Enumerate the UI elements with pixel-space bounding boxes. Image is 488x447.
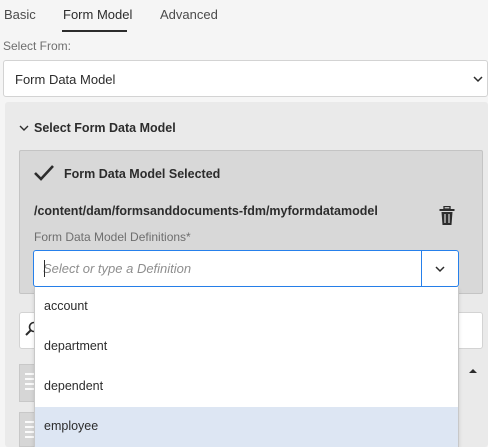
definition-dropdown-button[interactable] bbox=[421, 251, 458, 286]
text-caret bbox=[44, 260, 45, 277]
select-from-label: Select From: bbox=[3, 39, 72, 53]
checkmark-icon bbox=[34, 165, 54, 181]
definition-options-list: account department dependent employee bbox=[34, 287, 459, 447]
option-employee[interactable]: employee bbox=[35, 407, 458, 447]
trash-icon[interactable] bbox=[438, 206, 456, 226]
option-label: department bbox=[44, 339, 108, 353]
chevron-down-icon bbox=[435, 266, 445, 273]
select-from-dropdown[interactable]: Form Data Model bbox=[3, 60, 488, 97]
definition-input[interactable] bbox=[34, 251, 422, 286]
active-tab-indicator bbox=[62, 30, 127, 32]
tab-basic[interactable]: Basic bbox=[4, 7, 36, 22]
option-dependent[interactable]: dependent bbox=[35, 367, 458, 407]
chevron-down-icon bbox=[19, 125, 29, 131]
definition-combobox bbox=[33, 250, 459, 287]
scroll-up-button[interactable] bbox=[468, 366, 478, 376]
fdm-status: Form Data Model Selected bbox=[64, 167, 221, 181]
tab-bar: Basic Form Model Advanced bbox=[0, 0, 488, 34]
tab-advanced[interactable]: Advanced bbox=[160, 7, 218, 22]
definitions-label: Form Data Model Definitions* bbox=[34, 230, 191, 244]
option-label: employee bbox=[44, 419, 99, 433]
chevron-down-icon bbox=[473, 76, 483, 83]
fdm-path: /content/dam/formsanddocuments-fdm/myfor… bbox=[34, 204, 378, 218]
select-from-value: Form Data Model bbox=[15, 72, 116, 87]
option-label: dependent bbox=[44, 379, 104, 393]
chevron-up-icon bbox=[469, 369, 477, 373]
option-department[interactable]: department bbox=[35, 327, 458, 367]
section-title: Select Form Data Model bbox=[34, 121, 176, 135]
option-label: account bbox=[44, 299, 88, 313]
option-account[interactable]: account bbox=[35, 287, 458, 327]
tab-form-model[interactable]: Form Model bbox=[63, 7, 132, 22]
